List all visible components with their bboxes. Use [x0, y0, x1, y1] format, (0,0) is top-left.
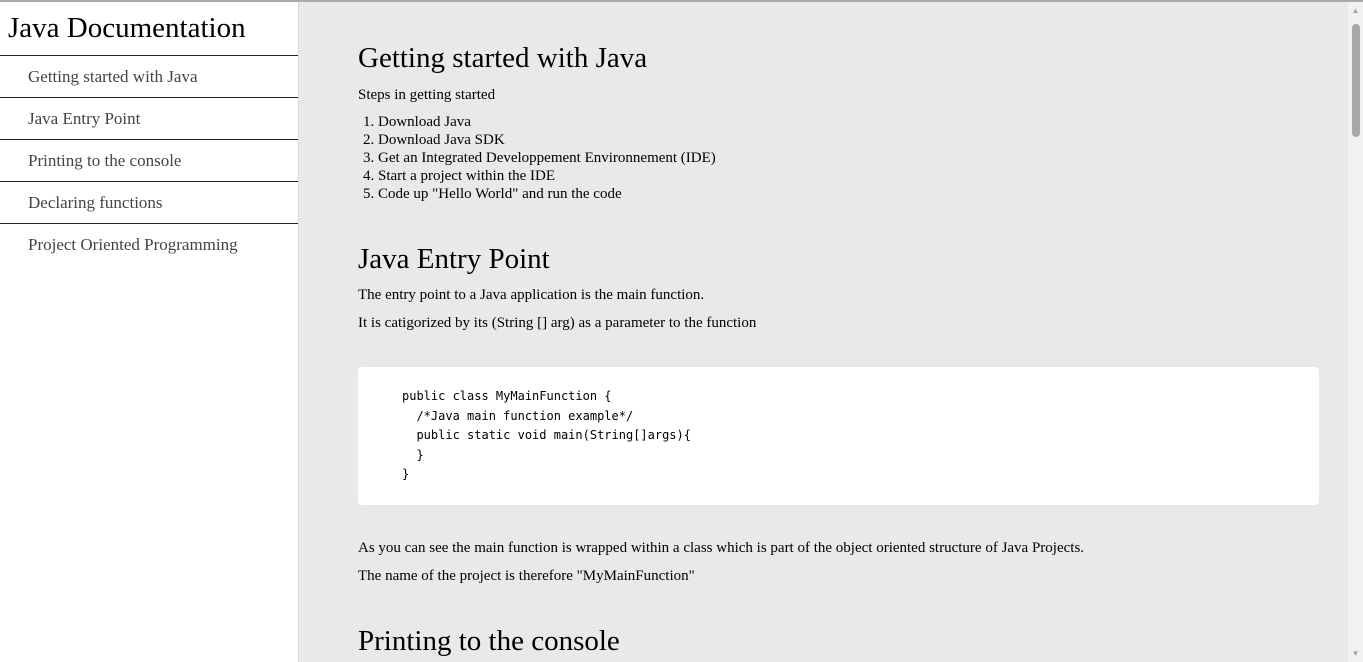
section-intro: Steps in getting started [358, 87, 496, 103]
list-item: Get an Integrated Developpement Environn… [378, 149, 1320, 167]
scrollbar-thumb[interactable] [1352, 24, 1360, 137]
section-printing-to-console: Printing to the console [358, 624, 1320, 658]
nav-link-declaring-functions[interactable]: Declaring functions [0, 182, 298, 224]
section-java-entry-point: Java Entry Point The entry point to a Ja… [358, 242, 1320, 333]
nav-link-getting-started[interactable]: Getting started with Java [0, 56, 298, 98]
list-item: Download Java SDK [378, 131, 1320, 149]
list-item: Download Java [378, 113, 1320, 131]
code-block: public class MyMainFunction { /*Java mai… [358, 367, 1319, 505]
scrollbar[interactable]: ▲ ▼ [1348, 2, 1363, 662]
paragraph: The name of the project is therefore "My… [358, 568, 695, 584]
paragraph: The entry point to a Java application is… [358, 287, 705, 303]
scroll-down-icon[interactable]: ▼ [1351, 649, 1360, 658]
nav-link-printing-to-console[interactable]: Printing to the console [0, 140, 298, 182]
section-title: Java Entry Point [358, 243, 550, 275]
list-item: Code up "Hello World" and run the code [378, 185, 1320, 203]
section-entry-point-explanation: As you can see the main function is wrap… [358, 538, 1320, 586]
main-doc: Getting started with Java Steps in getti… [299, 2, 1348, 662]
navbar-title: Java Documentation [0, 2, 298, 56]
nav-link-java-entry-point[interactable]: Java Entry Point [0, 98, 298, 140]
nav-link-project-oriented-programming[interactable]: Project Oriented Programming [0, 224, 298, 265]
section-title: Printing to the console [358, 625, 620, 657]
scroll-up-icon[interactable]: ▲ [1351, 6, 1360, 15]
paragraph: It is catigorized by its (String [] arg)… [358, 315, 757, 331]
list-item: Start a project within the IDE [378, 167, 1320, 185]
section-title: Getting started with Java [358, 42, 648, 74]
steps-list: Download Java Download Java SDK Get an I… [358, 113, 1320, 203]
navbar: Java Documentation Getting started with … [0, 2, 299, 662]
section-getting-started: Getting started with Java Steps in getti… [358, 41, 1320, 203]
paragraph: As you can see the main function is wrap… [358, 540, 1085, 556]
